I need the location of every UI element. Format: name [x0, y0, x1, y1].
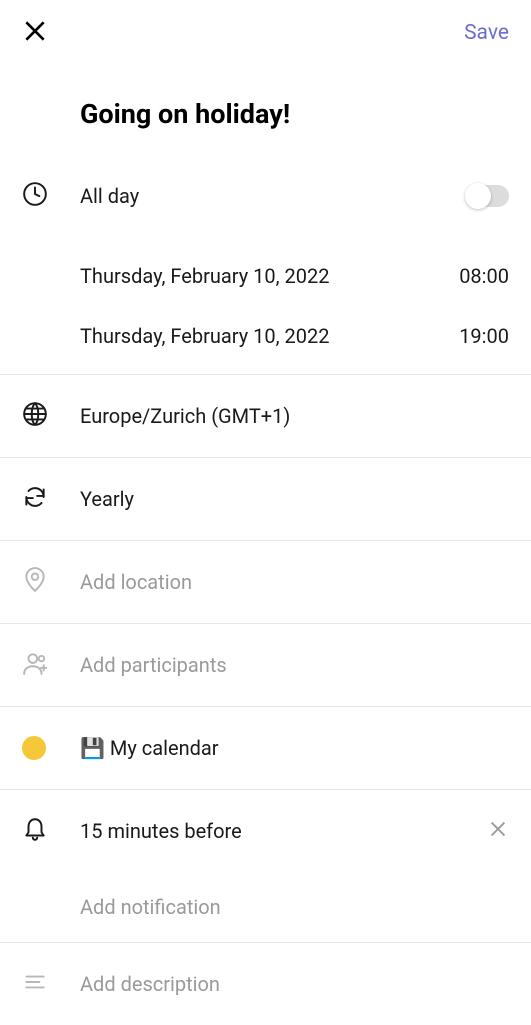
timezone-row[interactable]: Europe/Zurich (GMT+1) — [0, 375, 531, 457]
calendar-name: 💾 My calendar — [80, 736, 509, 760]
globe-icon — [22, 401, 48, 431]
location-placeholder: Add location — [80, 570, 509, 594]
participants-placeholder: Add participants — [80, 653, 509, 677]
all-day-toggle[interactable] — [467, 185, 509, 207]
description-icon — [22, 969, 48, 999]
timezone-value: Europe/Zurich (GMT+1) — [80, 404, 509, 428]
remove-notification-icon[interactable] — [487, 825, 509, 844]
notification-row[interactable]: 15 minutes before — [0, 790, 531, 872]
end-date: Thursday, February 10, 2022 — [80, 324, 459, 348]
participants-icon — [22, 650, 48, 680]
location-icon — [22, 567, 48, 597]
event-title: Going on holiday! — [80, 98, 509, 130]
bell-icon — [22, 816, 48, 846]
add-notification-row[interactable]: Add notification — [0, 872, 531, 942]
description-placeholder: Add description — [80, 972, 509, 996]
all-day-label: All day — [80, 184, 467, 208]
start-time: 08:00 — [459, 264, 509, 288]
clock-icon — [22, 181, 48, 211]
recurrence-value: Yearly — [80, 487, 509, 511]
event-title-row[interactable]: Going on holiday! — [0, 66, 531, 154]
recurrence-row[interactable]: Yearly — [0, 458, 531, 540]
add-notification-label: Add notification — [80, 895, 509, 919]
notification-value: 15 minutes before — [80, 819, 487, 843]
end-datetime-row[interactable]: Thursday, February 10, 2022 19:00 — [0, 306, 531, 366]
description-row[interactable]: Add description — [0, 943, 531, 1025]
calendar-color-icon — [22, 736, 46, 760]
save-button[interactable]: Save — [464, 21, 509, 45]
start-date: Thursday, February 10, 2022 — [80, 264, 459, 288]
close-icon[interactable] — [22, 18, 48, 48]
participants-row[interactable]: Add participants — [0, 624, 531, 706]
end-time: 19:00 — [459, 324, 509, 348]
calendar-row[interactable]: 💾 My calendar — [0, 707, 531, 789]
location-row[interactable]: Add location — [0, 541, 531, 623]
repeat-icon — [22, 484, 48, 514]
start-datetime-row[interactable]: Thursday, February 10, 2022 08:00 — [0, 246, 531, 306]
